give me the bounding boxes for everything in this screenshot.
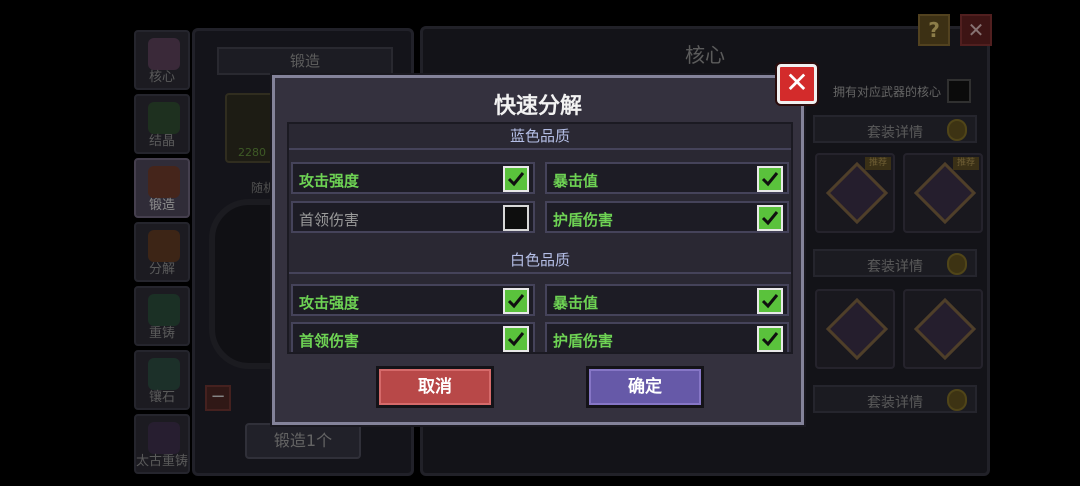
section-heading-blue: 蓝色品质 xyxy=(289,124,791,150)
option-blue-boss-damage[interactable]: 首领伤害 xyxy=(291,201,535,233)
checkmark-icon xyxy=(761,172,779,187)
option-label: 攻击强度 xyxy=(299,294,360,312)
option-label: 首领伤害 xyxy=(299,332,360,350)
option-label: 暴击值 xyxy=(553,172,599,190)
checkmark-icon xyxy=(507,172,525,187)
dialog-close-button[interactable]: ✕ xyxy=(777,64,817,104)
checkmark-icon xyxy=(761,294,779,309)
option-label: 暴击值 xyxy=(553,294,599,312)
option-blue-attack[interactable]: 攻击强度 xyxy=(291,162,535,194)
checkbox[interactable] xyxy=(757,288,783,314)
option-label: 护盾伤害 xyxy=(553,211,614,229)
checkbox[interactable] xyxy=(757,326,783,352)
checkmark-icon xyxy=(507,294,525,309)
checkbox[interactable] xyxy=(503,205,529,231)
option-label: 首领伤害 xyxy=(299,211,360,229)
dialog-title: 快速分解 xyxy=(493,94,582,119)
checkmark-icon xyxy=(507,332,525,347)
cancel-button[interactable]: 取消 xyxy=(376,366,494,408)
quick-decompose-dialog: 快速分解 ✕ 蓝色品质 攻击强度 暴击值 首领伤害 护盾伤害 白色品质 攻击强度… xyxy=(272,64,817,425)
checkmark-icon xyxy=(761,332,779,347)
section-heading-white: 白色品质 xyxy=(289,248,791,274)
confirm-button[interactable]: 确定 xyxy=(586,366,704,408)
dialog-options-list[interactable]: 蓝色品质 攻击强度 暴击值 首领伤害 护盾伤害 白色品质 攻击强度 暴击值 首领… xyxy=(287,122,793,354)
checkbox[interactable] xyxy=(757,205,783,231)
option-blue-crit[interactable]: 暴击值 xyxy=(545,162,789,194)
checkmark-icon xyxy=(761,211,779,226)
checkbox[interactable] xyxy=(503,326,529,352)
option-label: 攻击强度 xyxy=(299,172,360,190)
checkbox[interactable] xyxy=(503,288,529,314)
option-white-shield-damage[interactable]: 护盾伤害 xyxy=(545,322,789,352)
option-white-attack[interactable]: 攻击强度 xyxy=(291,284,535,316)
checkbox[interactable] xyxy=(757,166,783,192)
option-blue-shield-damage[interactable]: 护盾伤害 xyxy=(545,201,789,233)
checkbox[interactable] xyxy=(503,166,529,192)
option-white-crit[interactable]: 暴击值 xyxy=(545,284,789,316)
option-label: 护盾伤害 xyxy=(553,332,614,350)
option-white-boss-damage[interactable]: 首领伤害 xyxy=(291,322,535,352)
